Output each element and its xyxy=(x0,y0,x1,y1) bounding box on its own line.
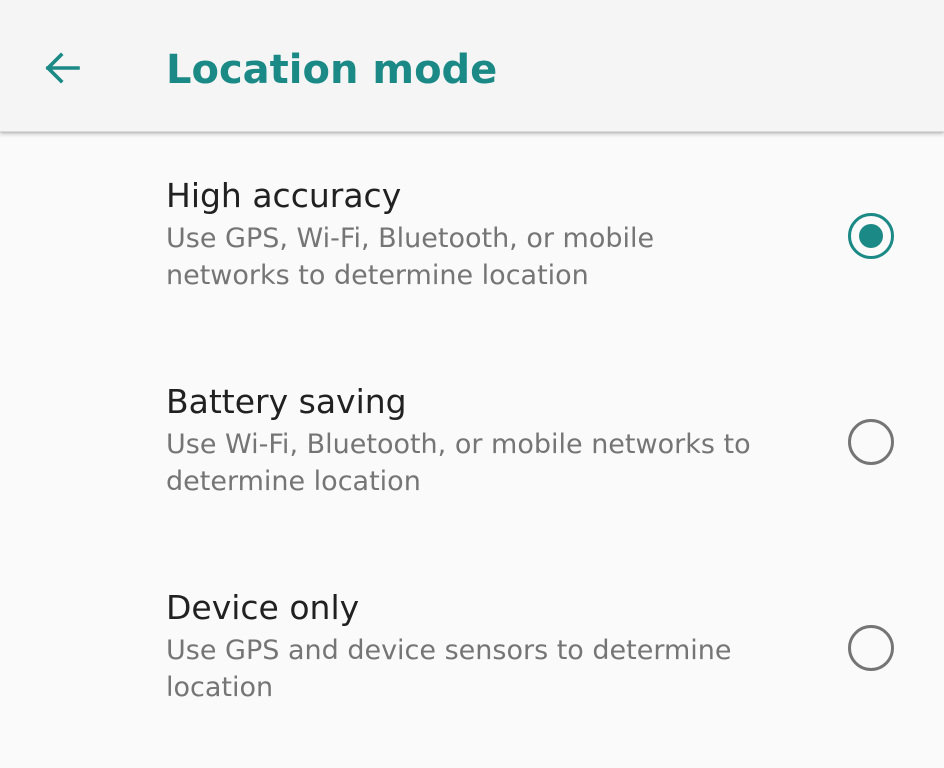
option-summary-line: determine location xyxy=(166,466,421,497)
option-summary: Use GPS, Wi-Fi, Bluetooth, or mobile net… xyxy=(166,220,806,294)
radio-device-only[interactable] xyxy=(848,625,894,671)
radio-selected-dot xyxy=(859,224,883,248)
radio-battery-saving[interactable] xyxy=(848,419,894,465)
radio-high-accuracy[interactable] xyxy=(848,213,894,259)
page-title: Location mode xyxy=(166,47,498,93)
option-summary-line: networks to determine location xyxy=(166,260,589,291)
option-text: Device only Use GPS and device sensors t… xyxy=(166,586,806,706)
option-device-only[interactable]: Device only Use GPS and device sensors t… xyxy=(0,544,944,750)
option-high-accuracy[interactable]: High accuracy Use GPS, Wi-Fi, Bluetooth,… xyxy=(0,132,944,338)
option-summary-line: location xyxy=(166,672,274,703)
option-text: Battery saving Use Wi-Fi, Bluetooth, or … xyxy=(166,380,806,500)
option-text: High accuracy Use GPS, Wi-Fi, Bluetooth,… xyxy=(166,174,806,294)
option-summary: Use Wi-Fi, Bluetooth, or mobile networks… xyxy=(166,426,806,500)
option-title: High accuracy xyxy=(166,176,402,215)
option-summary: Use GPS and device sensors to determine … xyxy=(166,632,806,706)
option-summary-line: Use Wi-Fi, Bluetooth, or mobile networks… xyxy=(166,429,751,460)
arrow-left-icon xyxy=(45,52,80,84)
app-bar: Location mode xyxy=(0,0,944,132)
option-title: Battery saving xyxy=(166,382,407,421)
option-summary-line: Use GPS and device sensors to determine xyxy=(166,635,732,666)
option-title: Device only xyxy=(166,588,360,627)
option-battery-saving[interactable]: Battery saving Use Wi-Fi, Bluetooth, or … xyxy=(0,338,944,544)
option-summary-line: Use GPS, Wi-Fi, Bluetooth, or mobile xyxy=(166,223,655,254)
back-button[interactable] xyxy=(30,40,94,96)
